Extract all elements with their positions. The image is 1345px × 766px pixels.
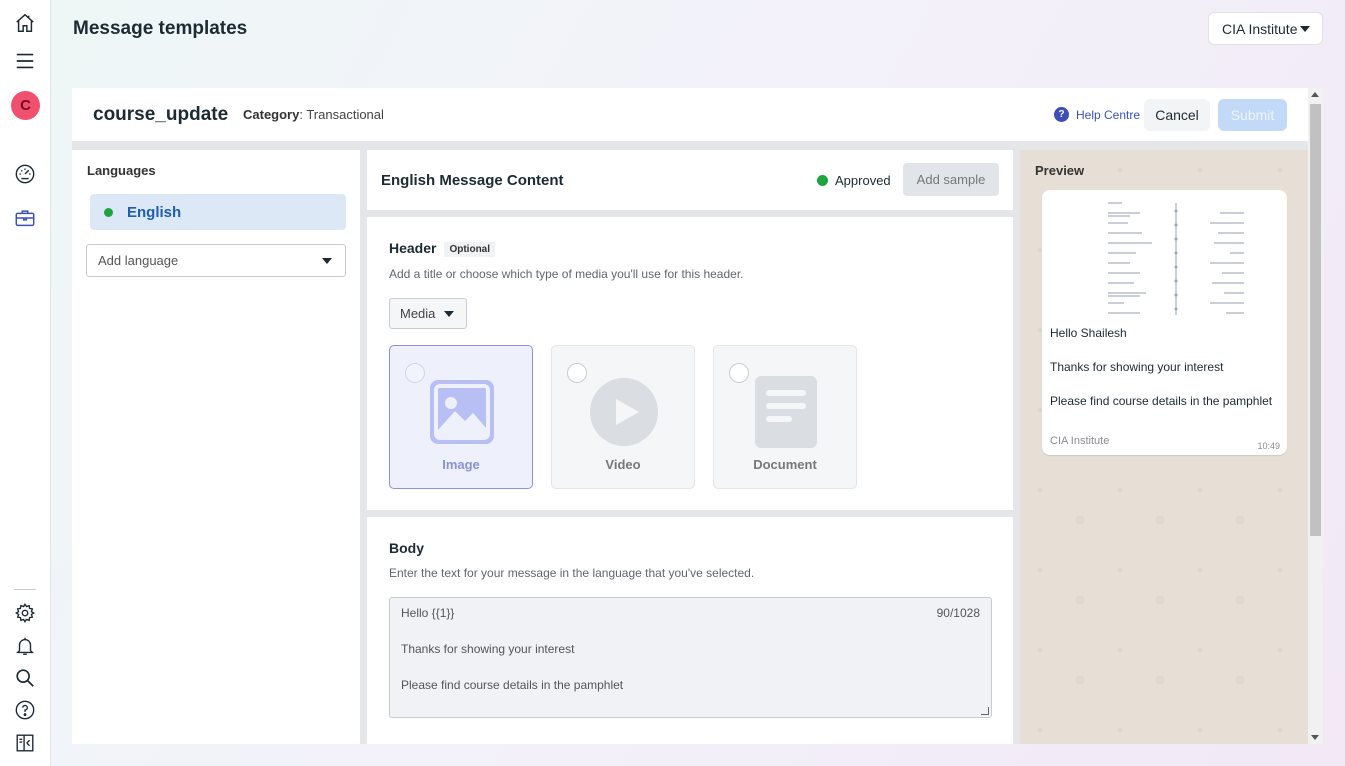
body-textarea[interactable]: Hello {{1}} Thanks for showing your inte…	[389, 597, 992, 718]
home-icon[interactable]	[13, 11, 37, 35]
preview-title: Preview	[1035, 163, 1085, 178]
resize-handle-icon[interactable]	[981, 707, 989, 715]
media-option-label: Document	[753, 457, 817, 472]
preview-footer: CIA Institute	[1050, 435, 1110, 447]
preview-panel: Preview Hello Shailesh Thanks for showin…	[1020, 150, 1308, 744]
body-description: Enter the text for your message in the l…	[389, 566, 755, 580]
search-icon[interactable]	[13, 666, 37, 690]
media-option-video[interactable]: Video	[551, 345, 695, 489]
approved-dot	[817, 175, 828, 186]
optional-badge: Optional	[444, 242, 496, 257]
add-sample-button[interactable]: Add sample	[903, 163, 999, 196]
help-circle-icon[interactable]	[13, 698, 37, 722]
cancel-button[interactable]: Cancel	[1144, 99, 1210, 131]
category-value: : Transactional	[299, 107, 384, 122]
avatar[interactable]: C	[11, 91, 40, 120]
template-topbar: course_update Category: Transactional ? …	[72, 88, 1308, 141]
bell-icon[interactable]	[13, 634, 37, 658]
image-icon	[426, 376, 498, 448]
media-select-value: Media	[400, 306, 436, 321]
account-selector[interactable]: CIA Institute	[1208, 12, 1323, 45]
radio-button[interactable]	[567, 363, 587, 383]
media-option-label: Video	[605, 457, 641, 472]
vertical-scrollbar[interactable]	[1308, 88, 1323, 744]
pamphlet-image	[1100, 195, 1252, 319]
template-category: Category: Transactional	[243, 107, 384, 122]
question-icon: ?	[1054, 107, 1069, 122]
dashboard-gauge-icon[interactable]	[13, 162, 37, 186]
scroll-down-arrow-icon[interactable]	[1311, 735, 1319, 740]
preview-line: Please find course details in the pamphl…	[1050, 394, 1273, 408]
scroll-up-arrow-icon[interactable]	[1311, 92, 1319, 97]
header-description: Add a title or choose which type of medi…	[389, 267, 744, 281]
language-item-english[interactable]: English	[90, 194, 346, 230]
languages-title: Languages	[87, 163, 156, 178]
status-label: Approved	[835, 173, 891, 188]
header-title: Header Optional	[389, 240, 496, 257]
body-line: Thanks for showing your interest	[401, 642, 575, 656]
body-title: Body	[389, 540, 424, 556]
rail-divider	[14, 589, 36, 590]
play-icon	[588, 376, 660, 448]
category-label: Category	[243, 107, 300, 122]
caret-down-icon	[322, 258, 332, 264]
settings-gear-icon[interactable]	[13, 601, 37, 625]
media-option-label: Image	[442, 457, 480, 472]
radio-button[interactable]	[405, 363, 425, 383]
caret-down-icon	[444, 311, 454, 317]
submit-button[interactable]: Submit	[1218, 99, 1287, 131]
language-label: English	[127, 203, 182, 221]
document-icon	[750, 376, 822, 448]
character-counter: 90/1028	[936, 606, 980, 620]
message-content-column: English Message Content Approved Add sam…	[367, 150, 1013, 744]
account-name: CIA Institute	[1222, 20, 1298, 37]
help-centre-label: Help Centre	[1076, 107, 1141, 122]
body-line: Hello {{1}}	[401, 606, 455, 620]
status-badge: Approved	[817, 173, 891, 188]
content-title-card: English Message Content Approved Add sam…	[367, 150, 1013, 210]
body-line: Please find course details in the pamphl…	[401, 678, 624, 692]
preview-line: Hello Shailesh	[1050, 326, 1127, 340]
briefcase-icon[interactable]	[13, 206, 37, 230]
languages-panel: Languages English Add language	[72, 150, 360, 744]
message-bubble: Hello Shailesh Thanks for showing your i…	[1042, 190, 1287, 455]
radio-button[interactable]	[729, 363, 749, 383]
preview-line: Thanks for showing your interest	[1050, 360, 1224, 374]
add-language-placeholder: Add language	[98, 253, 179, 268]
preview-timestamp: 10:49	[1257, 441, 1280, 451]
scroll-thumb[interactable]	[1310, 104, 1321, 536]
left-rail: C	[0, 0, 51, 766]
header-section: Header Optional Add a title or choose whi…	[367, 217, 1013, 510]
sidebar-toggle-icon[interactable]	[13, 731, 37, 755]
template-name: course_update	[93, 104, 229, 125]
help-centre-link[interactable]: ? Help Centre	[1054, 107, 1140, 122]
page-title: Message templates	[73, 18, 248, 39]
template-editor-panel: course_update Category: Transactional ? …	[72, 88, 1323, 744]
caret-down-icon	[1300, 26, 1310, 32]
add-language-select[interactable]: Add language	[86, 244, 346, 277]
body-section: Body Enter the text for your message in …	[367, 517, 1013, 744]
status-dot	[104, 207, 113, 217]
media-option-document[interactable]: Document	[713, 345, 857, 489]
header-title-text: Header	[389, 240, 437, 256]
media-type-select[interactable]: Media	[389, 298, 467, 329]
media-option-image[interactable]: Image	[389, 345, 533, 489]
content-title: English Message Content	[381, 172, 564, 189]
menu-icon[interactable]	[13, 49, 37, 73]
